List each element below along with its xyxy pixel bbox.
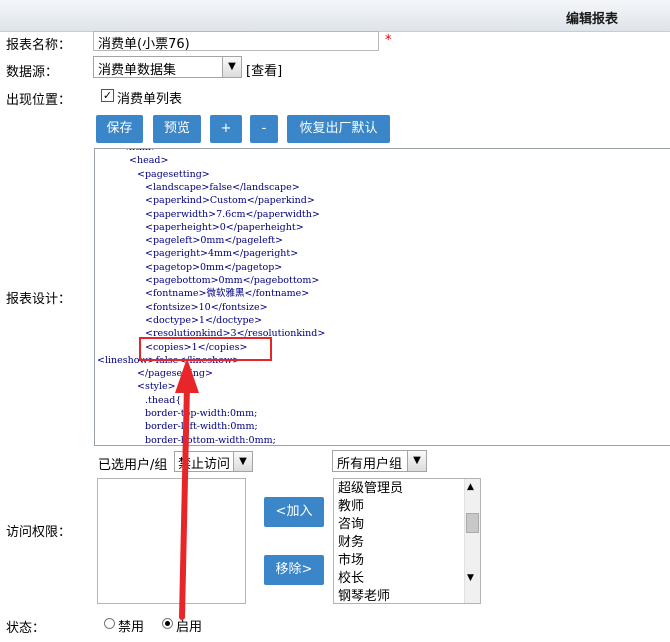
report-name-label: 报表名称： (6, 38, 72, 53)
status-label: 状态： (6, 621, 46, 636)
position-checkbox[interactable]: ✓ (101, 89, 114, 102)
status-disabled-radio[interactable] (104, 618, 115, 629)
datasource-value: 消费单数据集 (98, 63, 177, 78)
position-checkbox-label: 消费单列表 (117, 92, 183, 107)
code-line: <landscape>false</landscape> (145, 181, 300, 193)
code-line: <fontname>微软雅黑</fontname> (145, 288, 310, 300)
selected-users-label: 已选用户/组 (98, 458, 168, 473)
group-list-item[interactable]: 咨询 (338, 516, 364, 534)
datasource-label: 数据源： (6, 65, 59, 80)
view-link[interactable]: [查看] (246, 60, 282, 79)
chevron-down-icon: ▼ (233, 452, 252, 471)
code-line: <head> (129, 155, 169, 167)
group-list-item[interactable]: 教师 (338, 498, 364, 516)
groups-scrollbar[interactable]: ▲ ▼ (464, 479, 480, 603)
save-button[interactable]: 保存 (96, 115, 143, 143)
preview-button[interactable]: 预览 (153, 115, 201, 143)
reset-default-button[interactable]: 恢复出厂默认 (287, 115, 390, 143)
datasource-select[interactable]: 消费单数据集 ▼ (93, 56, 242, 78)
code-line: <doctype>1</doctype> (145, 314, 263, 326)
group-list-item[interactable]: 市场 (338, 552, 364, 570)
code-line: <paperkind>Custom</paperkind> (145, 195, 315, 207)
code-line: <fontsize>10</fontsize> (145, 301, 268, 313)
all-groups-value: 所有用户组 (337, 457, 403, 472)
chevron-down-icon: ▼ (222, 57, 241, 77)
code-line: <pagebottom>0mm</pagebottom> (145, 275, 320, 286)
group-list-item[interactable]: 财务 (338, 534, 364, 552)
remove-group-button[interactable]: 移除> (264, 555, 324, 585)
all-groups-select[interactable]: 所有用户组 ▼ (332, 450, 427, 472)
scroll-down-icon[interactable]: ▼ (467, 573, 474, 583)
remove-line-button[interactable]: - (250, 115, 278, 143)
all-groups-list[interactable]: 超级管理员 教师 咨询 财务 市场 校长 钢琴老师 ▲ ▼ (333, 478, 481, 604)
code-line: <paperwidth>7.6cm</paperwidth> (145, 208, 320, 220)
scroll-thumb[interactable] (466, 513, 479, 533)
page-title: 编辑报表 (565, 12, 618, 27)
code-line: <paperheight>0</paperheight> (145, 221, 304, 233)
add-group-button[interactable]: <加入 (264, 497, 324, 527)
position-label: 出现位置： (6, 93, 72, 108)
code-line: <pagetop>0mm</pagetop> (145, 261, 283, 273)
status-disabled-label: 禁用 (118, 620, 145, 635)
scroll-up-icon[interactable]: ▲ (467, 482, 474, 492)
code-line: <pageright>4mm</pageright> (145, 248, 299, 260)
access-label: 访问权限： (6, 525, 72, 540)
group-list-item[interactable]: 钢琴老师 (338, 588, 390, 603)
group-list-item[interactable]: 超级管理员 (338, 480, 403, 498)
chevron-down-icon: ▼ (407, 451, 426, 471)
code-line: <pageleft>0mm</pageleft> (145, 235, 283, 247)
code-line: <pagesetting> (137, 168, 210, 180)
group-list-item[interactable]: 校长 (338, 570, 364, 588)
required-mark: * (385, 33, 392, 48)
report-name-input[interactable]: 消费单(小票76) (93, 31, 379, 52)
design-label: 报表设计： (6, 292, 72, 307)
add-line-button[interactable]: + (210, 115, 242, 143)
annotation-arrow (175, 358, 199, 620)
